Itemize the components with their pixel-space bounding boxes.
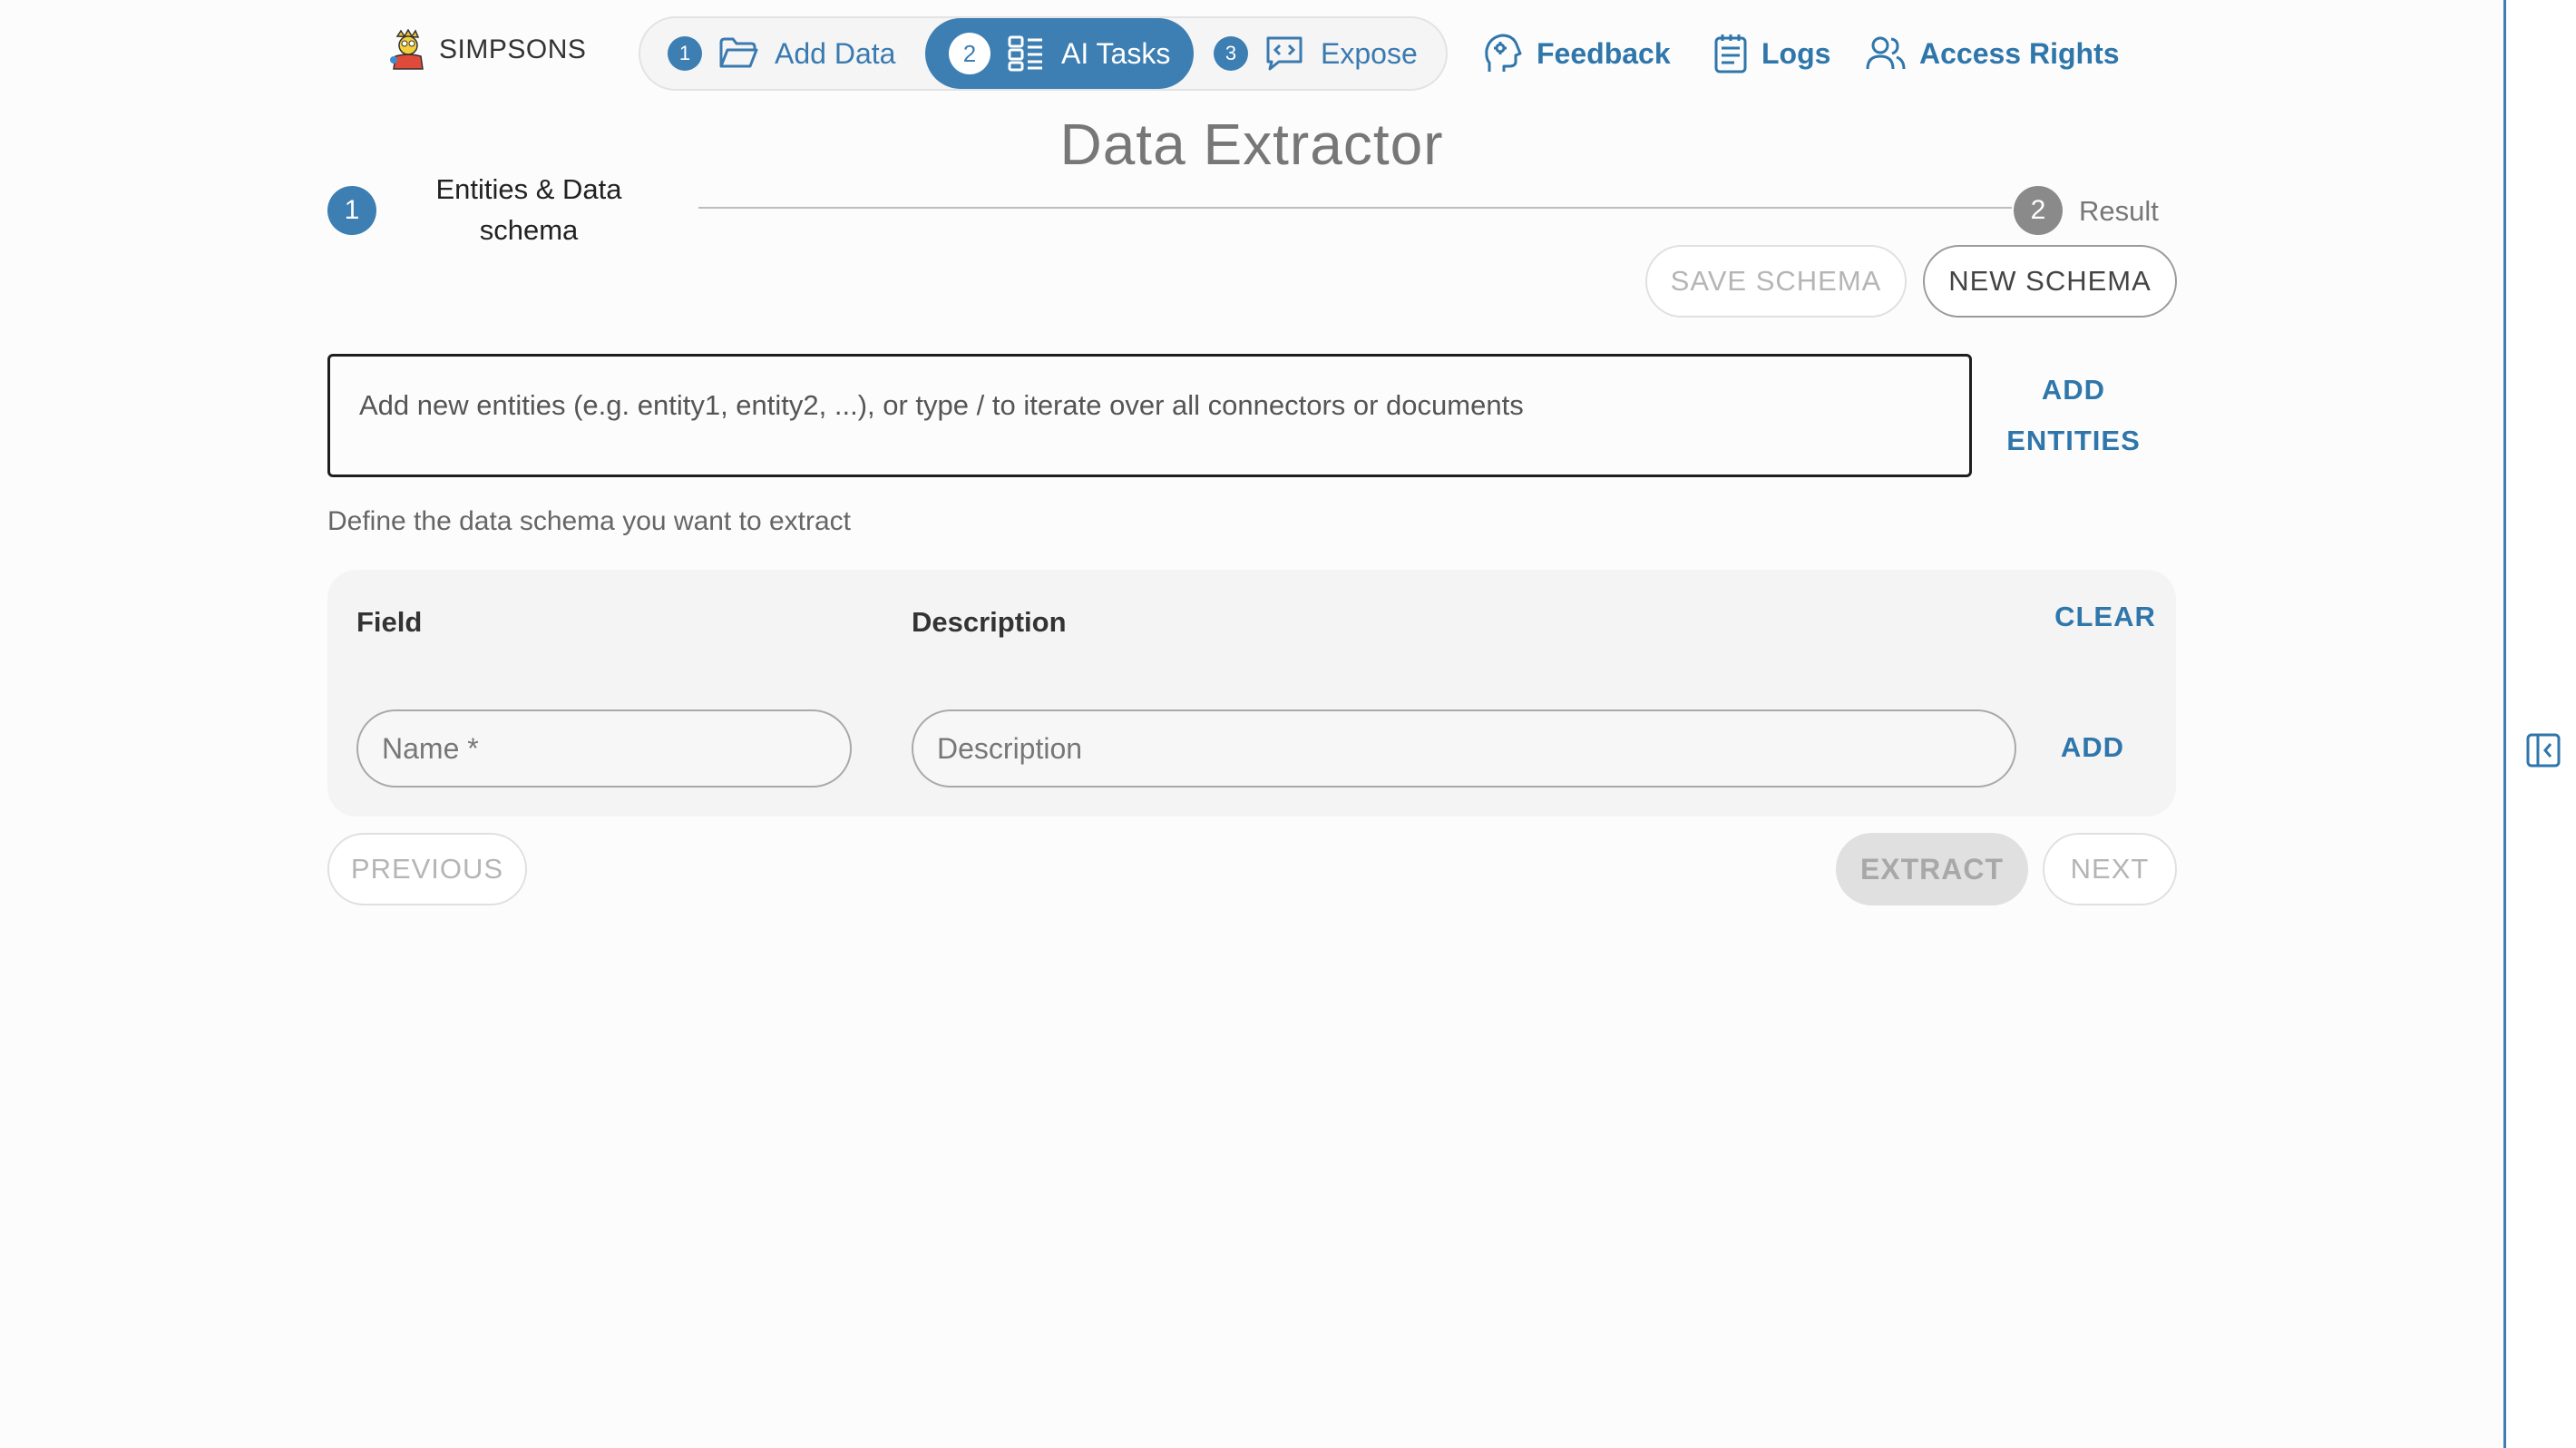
- add-entities-label-line2: ENTITIES: [2006, 425, 2141, 456]
- logs-label: Logs: [1761, 36, 1831, 70]
- step-number: 1: [668, 36, 702, 71]
- stage-1-label-line1: Entities & Data: [435, 173, 622, 205]
- panel-toggle-button[interactable]: [2526, 733, 2561, 768]
- extract-button[interactable]: EXTRACT: [1836, 833, 2028, 905]
- side-panel: [2503, 0, 2576, 1448]
- feedback-label: Feedback: [1537, 36, 1671, 70]
- field-name-placeholder: Name *: [382, 731, 479, 765]
- folder-open-icon: [719, 37, 758, 68]
- add-entities-label-line1: ADD: [2041, 374, 2106, 406]
- logs-icon: [1714, 34, 1747, 73]
- previous-button[interactable]: PREVIOUS: [327, 833, 527, 905]
- field-name-input[interactable]: Name *: [356, 709, 852, 788]
- field-description-placeholder: Description: [937, 731, 1083, 765]
- stage-1-label-line2: schema: [479, 214, 579, 246]
- entities-placeholder: Add new entities (e.g. entity1, entity2,…: [359, 389, 1524, 421]
- access-rights-label: Access Rights: [1919, 36, 2120, 70]
- field-column-header: Field: [356, 606, 423, 638]
- access-rights-link[interactable]: Access Rights: [1865, 27, 2120, 80]
- feedback-link[interactable]: Feedback: [1484, 27, 1671, 80]
- logs-link[interactable]: Logs: [1712, 27, 1830, 80]
- add-entities-button[interactable]: ADD ENTITIES: [1992, 365, 2155, 466]
- stage-1-label: Entities & Data schema: [406, 169, 651, 250]
- field-description-input[interactable]: Description: [912, 709, 2016, 788]
- stage-1-indicator: 1: [327, 186, 376, 235]
- schema-helper-text: Define the data schema you want to extra…: [327, 506, 851, 536]
- step-expose[interactable]: 3 Expose: [1214, 18, 1418, 89]
- users-icon: [1866, 36, 1906, 70]
- code-chat-icon: [1266, 36, 1303, 71]
- simpsons-logo-icon: [390, 29, 424, 70]
- step-ai-tasks[interactable]: 2 AI Tasks: [925, 18, 1195, 89]
- entities-input[interactable]: Add new entities (e.g. entity1, entity2,…: [327, 354, 1972, 477]
- brand[interactable]: SIMPSONS: [388, 25, 586, 74]
- description-column-header: Description: [912, 606, 1067, 638]
- save-schema-button[interactable]: SAVE SCHEMA: [1645, 245, 1907, 318]
- new-schema-button[interactable]: NEW SCHEMA: [1923, 245, 2177, 318]
- schema-table: Field Description CLEAR Name * Descripti…: [327, 570, 2176, 817]
- step-number: 3: [1214, 36, 1248, 71]
- panel-collapse-icon: [2526, 733, 2561, 768]
- next-button[interactable]: NEXT: [2043, 833, 2177, 905]
- step-add-data[interactable]: 1 Add Data: [668, 18, 895, 89]
- step-label: Add Data: [775, 36, 896, 70]
- stage-2-label: Result: [2079, 195, 2159, 227]
- feedback-icon: [1485, 34, 1522, 72]
- stage-2-indicator: 2: [2014, 186, 2063, 235]
- step-label: AI Tasks: [1061, 36, 1171, 70]
- step-number: 2: [949, 33, 990, 74]
- add-field-button[interactable]: ADD: [2047, 722, 2138, 773]
- workflow-stepper: 1 Add Data 2 AI Tasks 3 Expose: [639, 16, 1448, 91]
- stage-connector: [698, 207, 2012, 209]
- brand-name: SIMPSONS: [439, 34, 587, 64]
- grid-list-icon: [1008, 35, 1042, 72]
- clear-button[interactable]: CLEAR: [2051, 592, 2160, 642]
- page-title: Data Extractor: [1059, 112, 1444, 177]
- step-label: Expose: [1321, 36, 1418, 70]
